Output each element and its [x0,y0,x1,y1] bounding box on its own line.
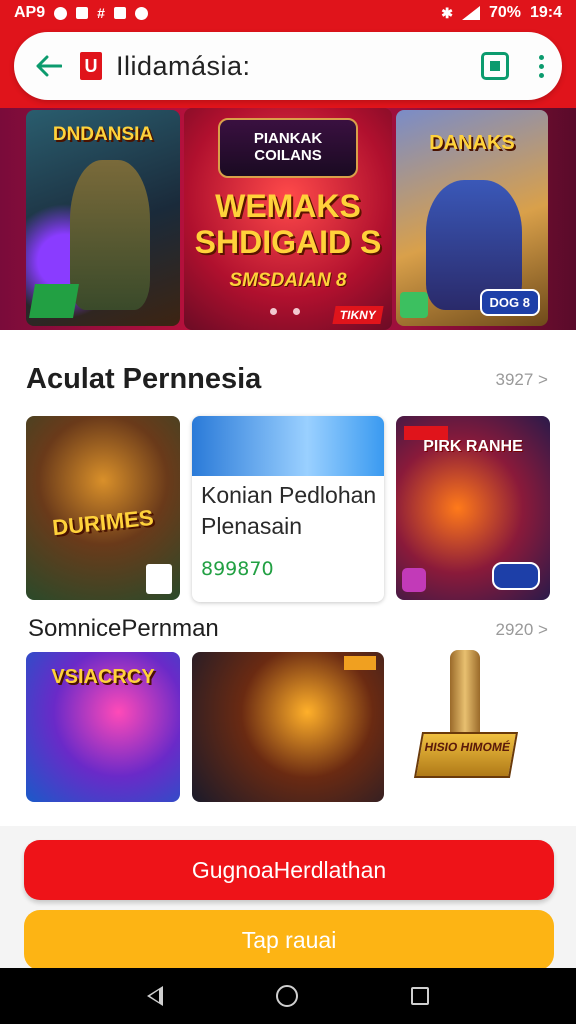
carousel-indicator[interactable] [270,308,300,315]
nav-recents-icon[interactable] [411,987,430,1005]
banner-right-title: DANAKS [429,132,515,154]
game-card-title: DURIMES [51,504,155,541]
carousel-dot[interactable] [270,308,277,315]
circle-icon [134,6,148,20]
nav-home-icon[interactable] [275,985,298,1007]
banner-card-center[interactable]: PIANKAK COILANS WEMAKS SHDIGAID S SMSDAI… [184,108,392,330]
game-card-trophy[interactable]: HISIO HIMOMÉ [412,650,522,790]
section-more-link[interactable]: 3927 > [496,370,548,390]
status-right: ✱ 70% 19:4 [441,4,562,22]
game-card-name: Konian Pedlohan Plenasain [201,482,377,539]
game-card-thumbnail [192,416,384,476]
battery-percent: 70% [488,4,521,21]
app-logo-icon: U [80,52,102,80]
game-card[interactable]: PIRK RANHE [396,416,550,600]
game-card-title: VSIACRCY [51,666,155,688]
banner-left-title: DNDANSIA [52,124,154,145]
game-card[interactable]: DURIMES [26,416,180,600]
hero-figure [70,160,150,310]
nav-back-icon[interactable] [146,986,163,1006]
page-title[interactable]: Ilidamásia: [116,51,481,82]
status-time: 19:4 [529,4,562,21]
carousel-dot[interactable] [293,308,300,315]
back-button[interactable] [32,49,66,83]
top-app-bar: U Ilidamásia: [14,32,562,100]
banner-center-headline: WEMAKS SHDIGAID S [194,188,382,260]
section-more-link[interactable]: 2920 > [496,620,548,640]
section-title: SomnicePernman [28,615,219,642]
bookmark-icon[interactable] [481,52,509,80]
notification-icon [54,6,68,20]
hash-icon: # [97,5,105,21]
featured-banner-carousel[interactable]: DNDANSIA PIANKAK COILANS WEMAKS SHDIGAID… [0,108,576,330]
banner-center-emblem: PIANKAK COILANS [218,118,358,178]
game-card[interactable]: VSIACRCY [26,652,180,802]
section-title: Aculat Pernnesia [26,363,262,395]
primary-action-button[interactable]: GugnoaHerdlathan [24,840,554,900]
signal-icon [461,6,480,20]
main-content: Aculat Pernnesia 3927 > DURIMES Konian P… [0,330,576,826]
secondary-action-button[interactable]: Tap rauai [24,910,554,970]
badge-icon [146,564,172,594]
badge-icon [492,562,540,590]
banner-card-left[interactable]: DNDANSIA [26,110,180,326]
message-icon [76,7,89,19]
game-card-price: 899870 [201,558,274,580]
trophy-plaque: HISIO HIMOMÉ [413,732,519,778]
arrow-left-icon [36,55,62,77]
more-options-icon[interactable] [539,54,544,78]
video-icon [113,7,126,19]
trophy-icon [450,650,480,740]
game-card-detail[interactable]: Konian Pedlohan Plenasain 899870 [192,416,384,602]
banner-center-subline: SMSDAIAN 8 [229,270,347,291]
bluetooth-icon: ✱ [441,4,453,21]
game-card[interactable] [192,652,384,802]
status-bar: AP9 # ✱ 70% 19:4 [0,0,576,26]
banner-center-tag: TIKNY [332,306,384,324]
banner-left-badge [29,284,79,318]
ribbon-tag [344,656,376,670]
badge-icon [402,568,426,592]
game-card-title: PIRK RANHE [423,438,523,455]
banner-right-badge: DOG 8 [479,289,540,316]
system-nav-bar [0,968,576,1024]
status-app-label: AP9 [14,4,46,21]
banner-right-badge-icon [400,292,428,318]
status-left: AP9 # [14,4,148,22]
banner-card-right[interactable]: DANAKS DOG 8 [396,110,548,326]
